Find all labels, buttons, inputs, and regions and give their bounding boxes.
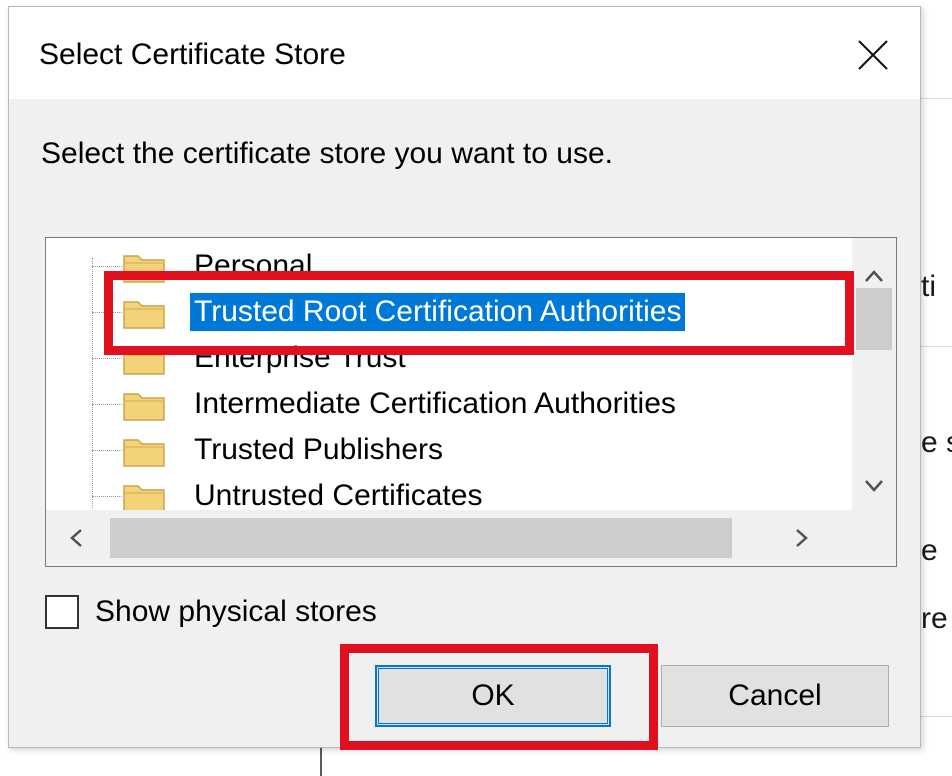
close-icon bbox=[858, 40, 888, 70]
chevron-down-icon bbox=[865, 480, 883, 492]
screen: ti e s e re Select Certificate Store Sel… bbox=[0, 0, 952, 776]
folder-icon bbox=[123, 255, 165, 283]
tree-connector bbox=[92, 496, 122, 497]
checkbox-box[interactable] bbox=[45, 595, 79, 629]
tree-item-label-selected: Trusted Root Certification Authorities bbox=[190, 293, 686, 331]
tree-connector bbox=[92, 450, 122, 451]
background-text-fragment: ti bbox=[921, 272, 936, 302]
horizontal-scrollbar[interactable] bbox=[46, 510, 852, 566]
certificate-store-tree[interactable]: Personal Trusted Root Certification Auth… bbox=[45, 237, 897, 567]
tree-connector bbox=[92, 266, 122, 267]
background-text-fragment: e bbox=[921, 536, 938, 566]
ok-button[interactable]: OK bbox=[375, 665, 611, 727]
tree-viewport: Personal Trusted Root Certification Auth… bbox=[46, 238, 852, 510]
cancel-button-label: Cancel bbox=[728, 679, 822, 712]
tree-connector bbox=[92, 312, 122, 313]
scroll-left-button[interactable] bbox=[54, 516, 98, 560]
folder-icon bbox=[123, 439, 165, 467]
show-physical-stores-checkbox[interactable]: Show physical stores bbox=[45, 591, 465, 631]
tree-item-trusted-root[interactable]: Trusted Root Certification Authorities bbox=[92, 290, 852, 336]
dialog-title: Select Certificate Store bbox=[39, 38, 346, 71]
folder-icon bbox=[123, 301, 165, 329]
tree-item-label: Personal bbox=[194, 249, 313, 282]
cancel-button[interactable]: Cancel bbox=[661, 665, 889, 727]
folder-icon bbox=[123, 347, 165, 375]
tree-connector bbox=[92, 358, 122, 359]
focus-ring bbox=[378, 668, 608, 724]
scroll-right-button[interactable] bbox=[780, 516, 824, 560]
background-window bbox=[921, 0, 952, 776]
background-divider bbox=[921, 716, 952, 717]
tree-item-label: Untrusted Certificates bbox=[194, 479, 483, 510]
chevron-up-icon bbox=[865, 270, 883, 282]
folder-icon bbox=[123, 485, 165, 510]
vertical-scroll-thumb[interactable] bbox=[856, 288, 892, 350]
tree-item-label: Intermediate Certification Authorities bbox=[194, 387, 676, 420]
background-divider bbox=[921, 346, 952, 347]
title-bar: Select Certificate Store bbox=[9, 7, 920, 99]
chevron-left-icon bbox=[70, 529, 82, 547]
background-edge bbox=[320, 748, 322, 776]
close-button[interactable] bbox=[845, 29, 901, 81]
select-certificate-store-dialog: Select Certificate Store Select the cert… bbox=[8, 6, 921, 748]
tree-item-intermediate[interactable]: Intermediate Certification Authorities bbox=[92, 382, 852, 428]
scroll-down-button[interactable] bbox=[852, 464, 896, 508]
tree-item-personal[interactable]: Personal bbox=[92, 244, 852, 290]
tree-item-label: Trusted Publishers bbox=[194, 433, 443, 466]
tree-item-enterprise-trust[interactable]: Enterprise Trust bbox=[92, 336, 852, 382]
checkbox-label: Show physical stores bbox=[95, 595, 377, 628]
tree-connector bbox=[92, 404, 122, 405]
tree-item-untrusted[interactable]: Untrusted Certificates bbox=[92, 474, 852, 510]
folder-icon bbox=[123, 393, 165, 421]
tree-item-trusted-publishers[interactable]: Trusted Publishers bbox=[92, 428, 852, 474]
vertical-scrollbar[interactable] bbox=[852, 238, 896, 510]
horizontal-scroll-thumb[interactable] bbox=[110, 518, 732, 558]
chevron-right-icon bbox=[796, 529, 808, 547]
tree-item-label: Enterprise Trust bbox=[194, 341, 406, 374]
background-divider bbox=[921, 98, 952, 99]
background-text-fragment: re bbox=[921, 604, 948, 634]
instruction-text: Select the certificate store you want to… bbox=[41, 137, 613, 170]
scrollbar-corner bbox=[852, 510, 896, 566]
background-text-fragment: e s bbox=[921, 428, 952, 458]
